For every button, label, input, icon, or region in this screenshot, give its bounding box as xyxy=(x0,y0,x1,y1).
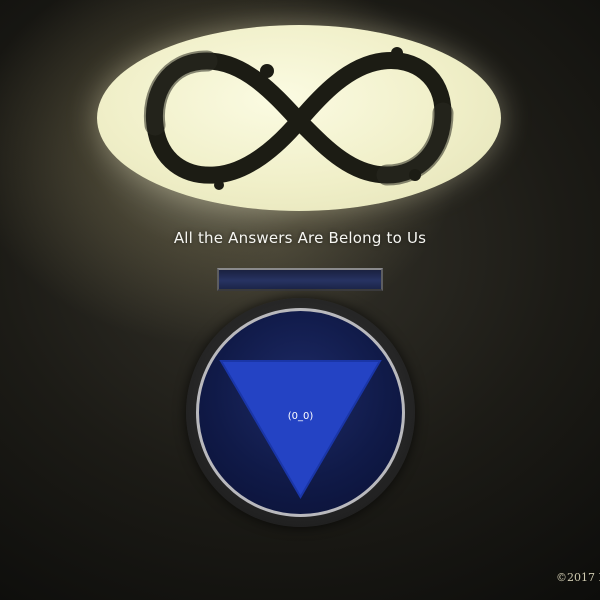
ball-window: (0_0) xyxy=(196,308,405,517)
logo-oval xyxy=(97,25,501,211)
tagline: All the Answers Are Belong to Us xyxy=(173,229,427,247)
answer-text: (0_0) xyxy=(287,411,314,422)
magic-ball[interactable]: (0_0) xyxy=(186,298,415,527)
question-input[interactable] xyxy=(217,268,383,291)
copyright-text: ©2017 El xyxy=(556,571,600,584)
infinity-icon xyxy=(143,47,454,190)
